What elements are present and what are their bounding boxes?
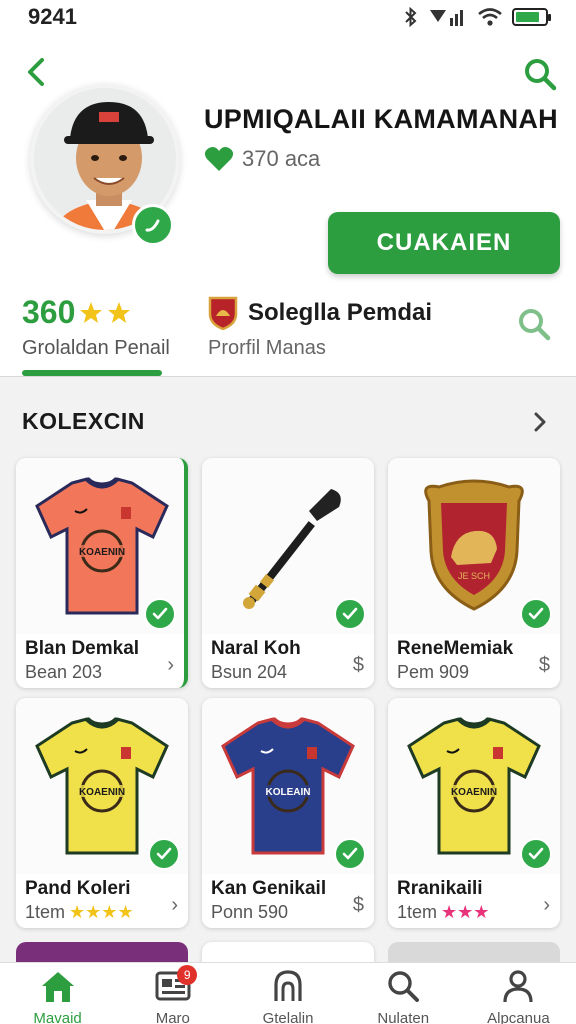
nav-item-arch[interactable]: Gtelalin <box>230 963 345 1024</box>
star-icon <box>108 301 131 323</box>
section-title: KOLEXCIN <box>22 408 145 434</box>
signal-icon <box>430 10 463 26</box>
collection-card[interactable]: Naral Koh Bsun 204 $ <box>202 458 374 688</box>
owned-check-icon <box>334 838 366 870</box>
card-title: RenеMemiak <box>397 638 514 659</box>
collection-card[interactable]: KOAENIN Pand Koleri 1tem ★★★★ › <box>16 698 188 928</box>
battery-icon <box>512 8 551 26</box>
search-button[interactable] <box>520 54 560 94</box>
jersey-icon: KOAENIN <box>35 717 169 855</box>
search-icon <box>525 59 557 91</box>
follow-button[interactable]: CUAKAIEN <box>328 212 560 274</box>
card-subtitle: 1tem ★★★★ <box>25 902 134 923</box>
svg-text:KOAENIN: KOAENIN <box>79 547 125 558</box>
collection-card[interactable]: KOLEAIN Kan Genikail Ponn 590 $ <box>202 698 374 928</box>
club-row[interactable]: Soleglla Pemdai <box>208 296 432 330</box>
see-all-button[interactable] <box>526 408 554 436</box>
owned-check-icon <box>144 598 176 630</box>
nav-item-news[interactable]: Maro 9 <box>115 963 230 1024</box>
svg-text:JE SCH: JE SCH <box>458 571 490 581</box>
status-icons <box>404 7 551 27</box>
wifi-icon <box>478 8 502 26</box>
bottom-nav: Mavaid Maro 9 Gtelalin Nulaten Alpcanua <box>0 962 576 1024</box>
home-icon <box>38 969 78 1008</box>
status-bar: 9241 <box>0 0 576 34</box>
card-sub-text: Ponn 590 <box>211 902 289 922</box>
chevron-right-icon: › <box>167 654 174 676</box>
owned-check-icon <box>148 838 180 870</box>
nav-label: Mavaid <box>33 1010 82 1024</box>
status-time: 9241 <box>28 4 77 29</box>
points-stat: 360 <box>22 294 131 331</box>
card-title: Naral Koh <box>211 638 301 659</box>
card-subtitle: 1tem ★★★ <box>397 902 489 923</box>
card-sub-text: Bsun 204 <box>211 662 288 682</box>
price-icon: $ <box>352 894 364 916</box>
nav-label: Maro <box>155 1010 190 1024</box>
nav-item-search[interactable]: Nulaten <box>346 963 461 1024</box>
club-subtitle: Prorfil Manas <box>208 337 326 359</box>
nav-item-home[interactable]: Mavaid <box>0 963 115 1024</box>
nav-label: Gtelalin <box>262 1010 314 1024</box>
card-title: Blan Demkal <box>25 638 140 659</box>
heart-icon <box>204 147 234 171</box>
card-sub-text: Pem 909 <box>397 662 470 682</box>
crest-icon: JE SCH <box>424 479 524 611</box>
nav-label: Nulaten <box>377 1010 430 1024</box>
card-sub-text: 1tem <box>25 902 66 922</box>
card-subtitle: Pem 909 <box>397 662 469 683</box>
jersey-icon: KOAENIN <box>407 717 541 855</box>
points-label[interactable]: Grolaldan Penail <box>22 337 170 360</box>
card-sub-text: Bean 203 <box>25 662 103 682</box>
card-title: Rranikaili <box>397 878 483 899</box>
bluetooth-icon <box>405 7 417 27</box>
back-button[interactable] <box>18 54 54 90</box>
price-icon: $ <box>538 654 550 676</box>
collection-card[interactable]: JE SCH RenеMemiak Pem 909 $ <box>388 458 560 688</box>
svg-text:KOAENIN: KOAENIN <box>79 787 125 798</box>
profile-name: UPMIQALAII KAMAMANAH <box>204 104 558 134</box>
owned-check-icon <box>334 598 366 630</box>
star-icon <box>80 301 103 323</box>
search-club-button[interactable] <box>514 304 554 344</box>
search-icon <box>386 969 420 1008</box>
arch-icon <box>271 969 305 1008</box>
card-title: Kan Genikail <box>211 878 327 899</box>
points-value: 360 <box>22 294 76 330</box>
baton-icon <box>243 489 341 609</box>
card-subtitle: Bean 203 <box>25 662 102 683</box>
user-icon <box>501 969 535 1008</box>
likes-count: 370 aca <box>242 146 321 171</box>
card-subtitle: Bsun 204 <box>211 662 287 683</box>
card-title: Pand Koleri <box>25 878 131 899</box>
club-name: Soleglla Pemdai <box>248 299 433 326</box>
club-crest-icon <box>208 296 238 330</box>
jersey-icon: KOLEAIN <box>221 717 355 855</box>
collection-card[interactable]: KOAENIN Rranikaili 1tem ★★★ › <box>388 698 560 928</box>
likes-row: 370 aca <box>204 146 320 172</box>
chevron-right-icon: › <box>543 894 550 916</box>
phone-icon <box>145 219 160 232</box>
search-icon <box>519 309 551 341</box>
notification-badge: 9 <box>177 965 198 985</box>
rating-stars: ★★★★ <box>69 902 134 922</box>
card-sub-text: 1tem <box>397 902 438 922</box>
chevron-right-icon: › <box>171 894 178 916</box>
chevron-right-icon <box>534 412 546 432</box>
card-subtitle: Ponn 590 <box>211 902 288 923</box>
nav-item-user[interactable]: Alpcanua <box>461 963 576 1024</box>
collection-card[interactable]: KOAENIN Blan Demkal Bean 203 › <box>16 458 188 688</box>
svg-text:KOLEAIN: KOLEAIN <box>266 787 311 798</box>
nav-label: Alpcanua <box>487 1010 550 1024</box>
svg-text:KOAENIN: KOAENIN <box>451 787 497 798</box>
price-icon: $ <box>352 654 364 676</box>
owned-check-icon <box>520 838 552 870</box>
verified-badge <box>132 204 174 246</box>
rating-stars: ★★★ <box>441 902 490 922</box>
owned-check-icon <box>520 598 552 630</box>
chevron-left-icon <box>28 58 44 86</box>
